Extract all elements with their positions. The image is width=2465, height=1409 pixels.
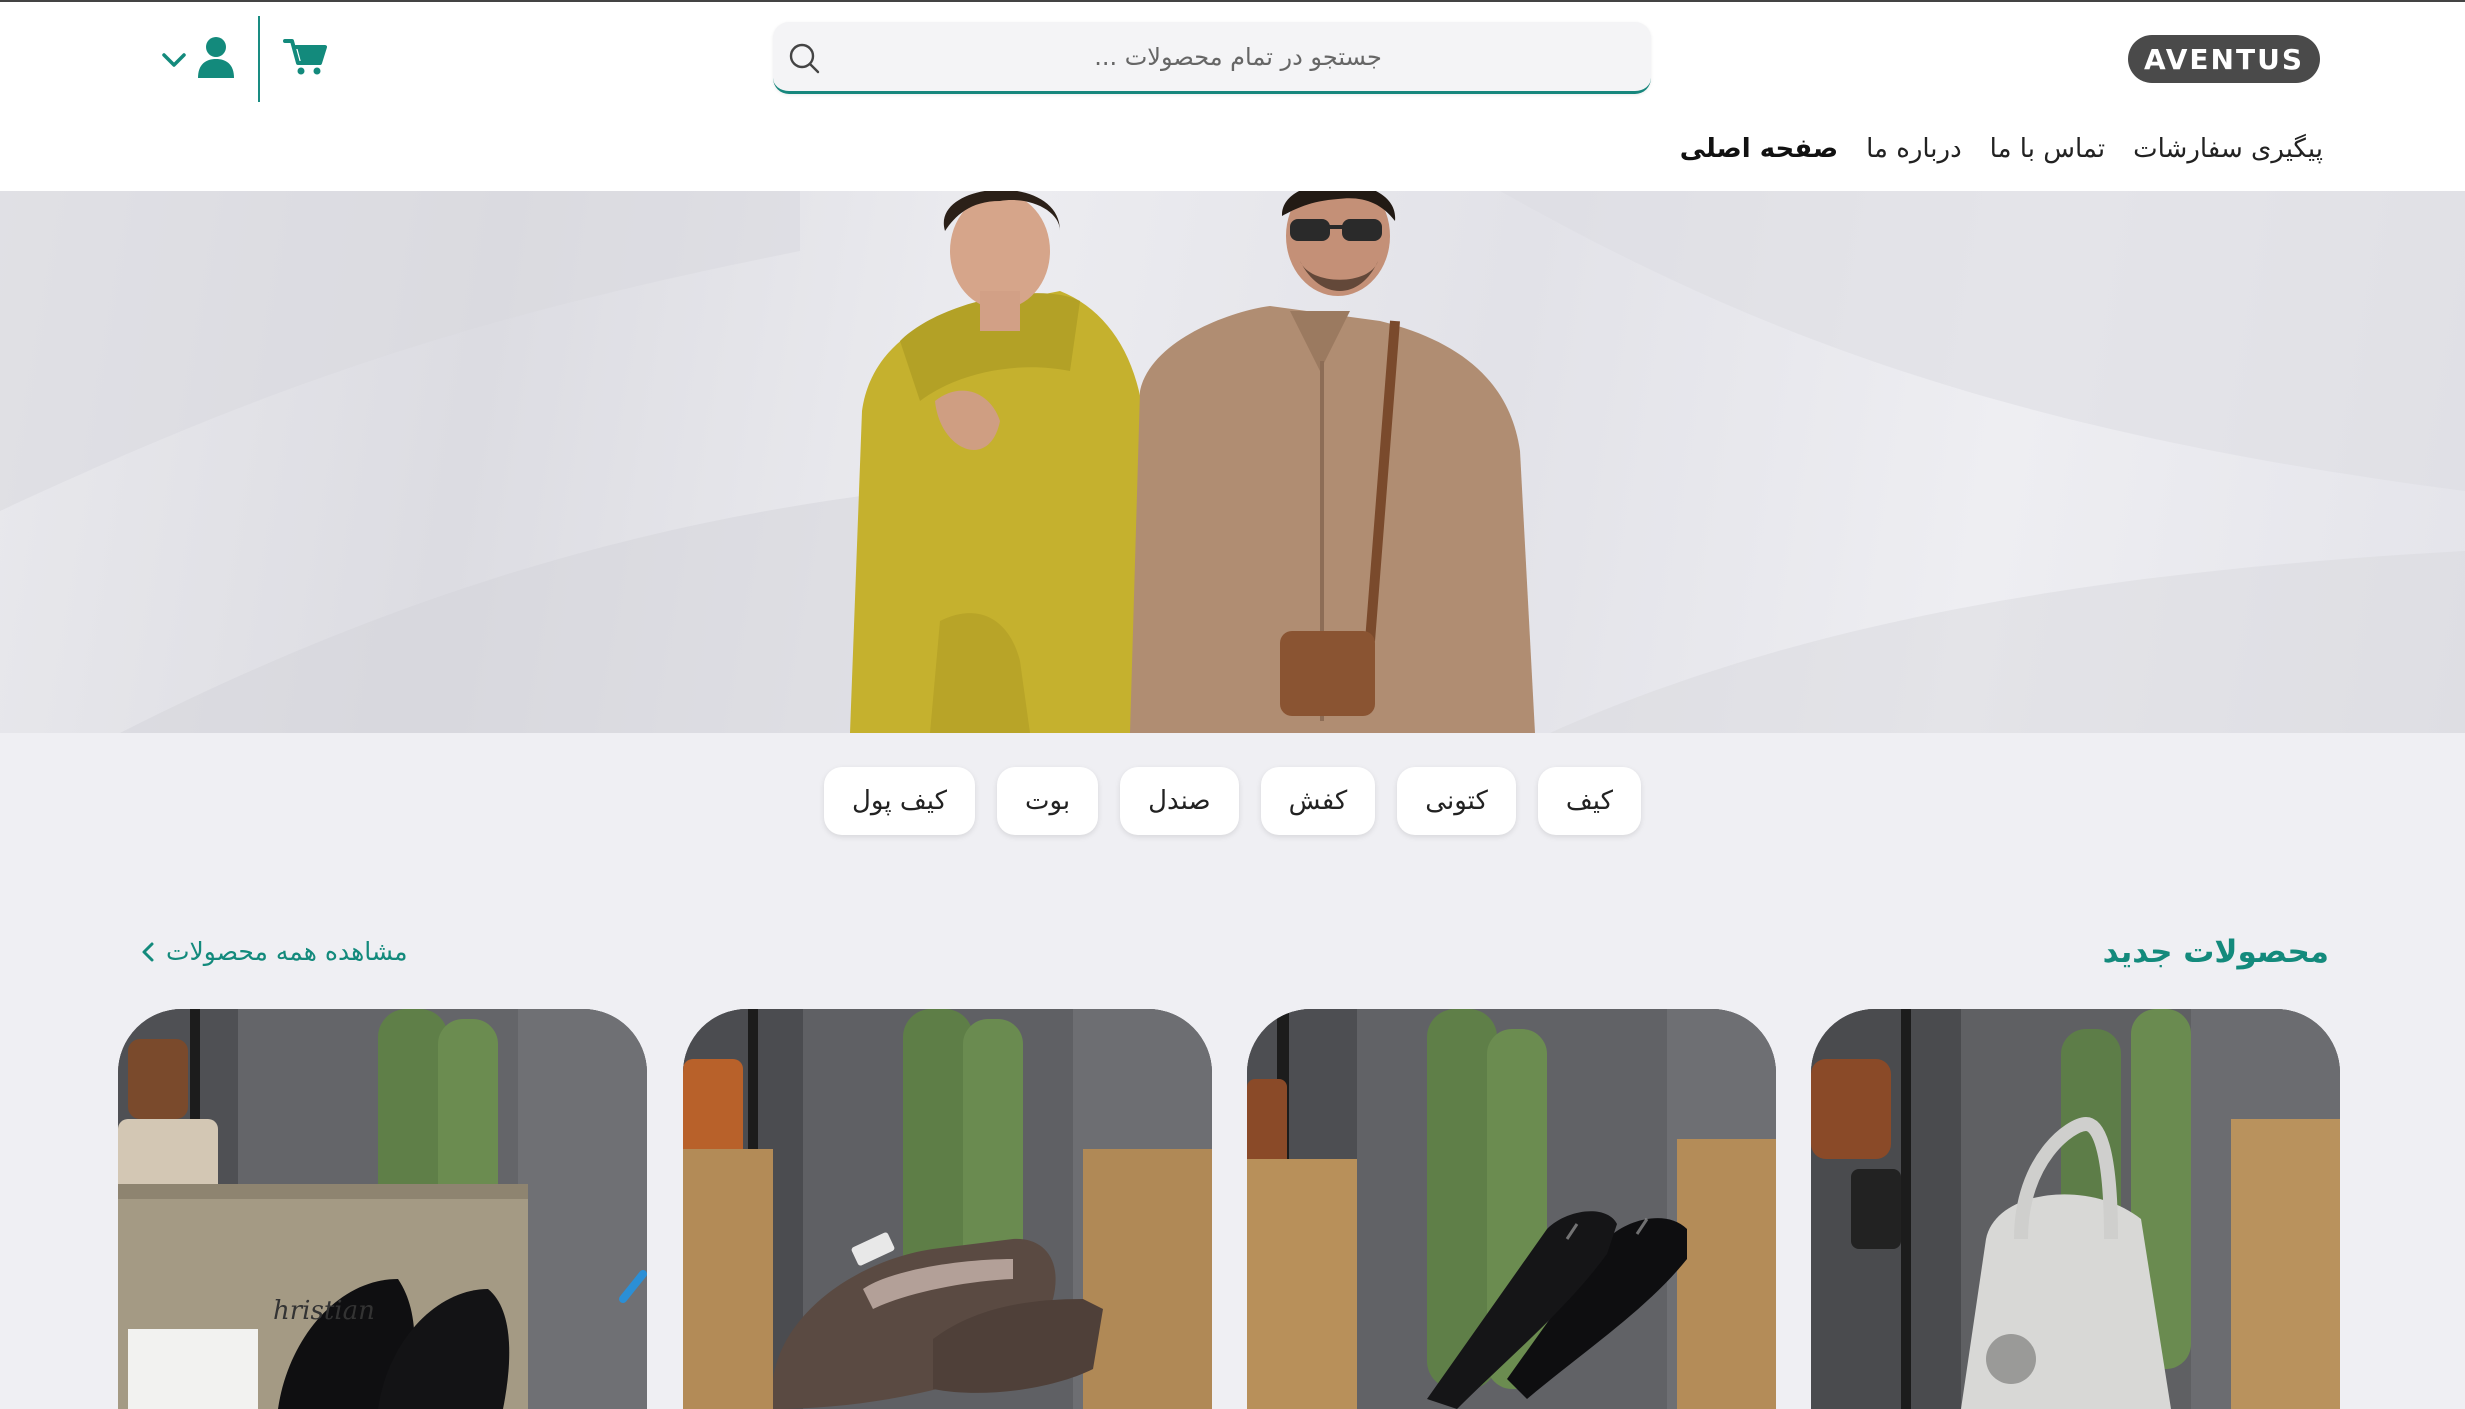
category-chip-shoes[interactable]: کفش (1260, 767, 1376, 835)
category-chip-sneakers[interactable]: کتونی (1397, 767, 1516, 835)
site-header: AVENTUS صفحه اصلی درباره ما تماس با ما پ… (0, 2, 2465, 191)
view-all-products-link[interactable]: مشاهده همه محصولات (140, 937, 408, 966)
hero-image (0, 191, 2465, 733)
box-brand-text: hristian (273, 1296, 375, 1326)
cart-icon[interactable] (283, 37, 327, 77)
nav-item-about[interactable]: درباره ما (1866, 134, 1962, 164)
brand-logo[interactable]: AVENTUS (2128, 35, 2320, 83)
product-card[interactable] (1811, 1009, 2340, 1409)
model-beige-shirt (1130, 191, 1535, 733)
search-bar (773, 22, 1651, 94)
nav-item-home[interactable]: صفحه اصلی (1680, 134, 1838, 164)
product-image-black-pumps: hristian (118, 1009, 647, 1409)
search-input[interactable] (843, 22, 1633, 91)
model-yellow-hoodie (850, 191, 1150, 733)
category-chip-bag[interactable]: کیف (1537, 767, 1641, 835)
nav-item-order-tracking[interactable]: پیگیری سفارشات (2133, 134, 2323, 164)
chevron-left-icon (142, 942, 154, 961)
category-chip-wallet[interactable]: کیف پول (824, 767, 975, 835)
view-all-label: مشاهده همه محصولات (166, 937, 408, 966)
product-card[interactable] (683, 1009, 1212, 1409)
nav-item-contact[interactable]: تماس با ما (1990, 134, 2105, 164)
product-image-black-heels (1247, 1009, 1776, 1409)
user-icon[interactable] (196, 36, 236, 78)
product-list: hristian (0, 1009, 2465, 1409)
product-card[interactable]: hristian (118, 1009, 647, 1409)
category-chip-sandals[interactable]: صندل (1120, 767, 1239, 835)
category-chips: کیف کتونی کفش صندل بوت کیف پول (0, 767, 2465, 837)
product-image-brown-sneakers (683, 1009, 1212, 1409)
chevron-down-icon[interactable] (160, 50, 188, 70)
category-chip-boots[interactable]: بوت (996, 767, 1099, 835)
hero-banner[interactable] (0, 191, 2465, 733)
product-card[interactable] (1247, 1009, 1776, 1409)
product-image-white-handbag (1811, 1009, 2340, 1409)
header-divider (258, 16, 260, 102)
main-nav: صفحه اصلی درباره ما تماس با ما پیگیری سف… (1680, 134, 2323, 164)
search-icon[interactable] (785, 39, 823, 77)
section-title-new-products: محصولات جدید (2102, 934, 2329, 970)
